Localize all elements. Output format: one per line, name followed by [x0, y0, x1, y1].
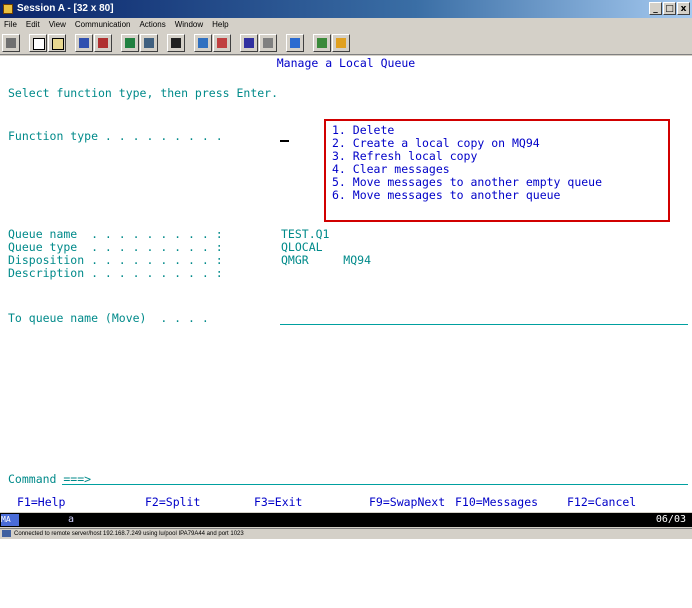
display-icon	[125, 37, 135, 48]
minimize-button[interactable]: _	[649, 2, 662, 15]
maximize-button[interactable]: □	[663, 2, 676, 15]
to-queue-input[interactable]	[280, 324, 688, 325]
session-mode: a	[68, 514, 75, 525]
help-button[interactable]	[313, 33, 331, 52]
quickstart-button[interactable]	[240, 33, 258, 52]
record-button[interactable]	[167, 33, 185, 52]
command-input[interactable]	[62, 484, 688, 485]
fkey-f10-messages[interactable]: F10=Messages	[455, 496, 538, 509]
fkey-f9-swapnext[interactable]: F9=SwapNext	[369, 496, 445, 509]
function-type-label: Function type . . . . . . . . .	[8, 129, 223, 143]
record-icon	[171, 37, 181, 48]
function-type-input[interactable]	[280, 140, 289, 142]
customize-icon	[263, 37, 273, 48]
playback-icon	[198, 37, 208, 48]
macro-icon	[217, 37, 227, 48]
disposition-value: QMGR MQ94	[281, 253, 372, 267]
fkey-f12-cancel[interactable]: F12=Cancel	[567, 496, 636, 509]
description-label: Description . . . . . . . . . :	[8, 266, 223, 280]
window-title: Session A - [32 x 80]	[17, 3, 114, 14]
menu-help[interactable]: Help	[208, 18, 233, 31]
send-icon	[79, 37, 89, 48]
emulator-window: Session A - [32 x 80] _ □ x File Edit Vi…	[0, 0, 692, 539]
paste-button[interactable]	[48, 33, 66, 52]
color-button[interactable]	[286, 33, 304, 52]
pencil-icon	[336, 37, 346, 48]
session-indicator: MA	[1, 514, 19, 526]
fkey-f3-exit[interactable]: F3=Exit	[254, 496, 302, 509]
menu-view[interactable]: View	[45, 18, 71, 31]
copy-icon	[33, 37, 45, 50]
display-button[interactable]	[121, 33, 139, 52]
to-queue-label: To queue name (Move) . . . .	[8, 311, 209, 325]
fkey-f1-help[interactable]: F1=Help	[17, 496, 65, 509]
menu-edit[interactable]: Edit	[22, 18, 45, 31]
help-icon	[317, 37, 327, 48]
print-icon	[6, 37, 16, 48]
screen-title: Manage a Local Queue	[276, 56, 416, 70]
terminal-screen[interactable]: Manage a Local Queue Select function typ…	[0, 56, 692, 512]
print-button[interactable]	[2, 33, 20, 52]
copy-button[interactable]	[29, 33, 47, 52]
menu-window[interactable]: Window	[171, 18, 208, 31]
options-highlight-box: 1. Delete 2. Create a local copy on MQ94…	[324, 119, 670, 222]
edit-button[interactable]	[332, 33, 350, 52]
operator-info-area: MA a 06/03	[0, 513, 692, 527]
menu-bar: File Edit View Communication Actions Win…	[0, 18, 692, 31]
connection-icon	[2, 530, 11, 537]
quickstart-icon	[244, 37, 254, 48]
instruction-text: Select function type, then press Enter.	[8, 86, 279, 100]
option-move-to-queue: 6. Move messages to another queue	[332, 188, 561, 202]
toolbar	[0, 31, 692, 55]
map-button[interactable]	[140, 33, 158, 52]
title-bar[interactable]: Session A - [32 x 80] _ □ x	[0, 0, 692, 18]
menu-actions[interactable]: Actions	[135, 18, 170, 31]
cursor-position: 06/03	[655, 514, 686, 525]
map-icon	[144, 37, 154, 48]
send-button[interactable]	[75, 33, 93, 52]
playback-button[interactable]	[194, 33, 212, 52]
receive-button[interactable]	[94, 33, 112, 52]
color-icon	[290, 37, 300, 48]
paste-icon	[52, 37, 64, 50]
macro-button[interactable]	[213, 33, 231, 52]
session-icon	[3, 4, 13, 14]
menu-communication[interactable]: Communication	[71, 18, 136, 31]
menu-file[interactable]: File	[0, 18, 22, 31]
fkey-f2-split[interactable]: F2=Split	[145, 496, 200, 509]
connection-status-bar: Connected to remote server/host 192.168.…	[0, 528, 692, 539]
customize-button[interactable]	[259, 33, 277, 52]
close-button[interactable]: x	[677, 2, 690, 15]
receive-icon	[98, 37, 108, 48]
